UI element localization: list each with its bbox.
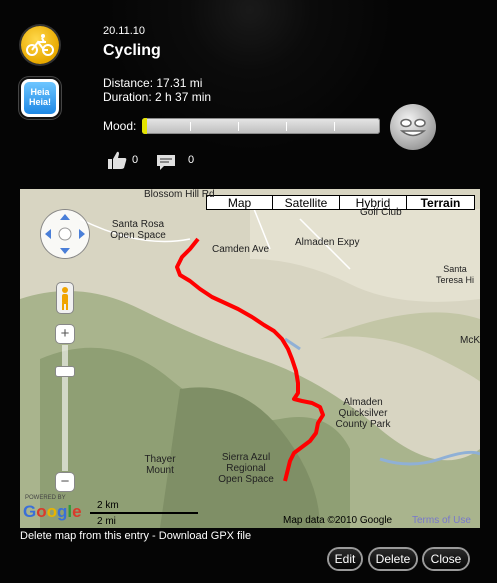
mood-tick — [238, 122, 239, 131]
download-gpx-link[interactable]: Download GPX file — [159, 530, 251, 542]
mood-fill — [142, 118, 147, 134]
comment-icon[interactable] — [156, 154, 176, 177]
edit-button[interactable]: Edit — [329, 549, 361, 569]
entry-title: Cycling — [103, 42, 161, 59]
place-label: Santa Rosa Open Space — [110, 219, 166, 241]
google-logo[interactable]: Google — [23, 502, 82, 522]
delete-map-link[interactable]: Delete map from this entry — [20, 530, 149, 542]
delete-button[interactable]: Delete — [370, 549, 416, 569]
mood-tick — [334, 122, 335, 131]
close-button[interactable]: Close — [424, 549, 468, 569]
entry-date: 20.11.10 — [103, 25, 146, 37]
mood-tick — [190, 122, 191, 131]
zoom-out-button[interactable]: − — [56, 473, 74, 491]
map-credit: Map data ©2010 Google — [283, 515, 393, 526]
duration-text: Duration: 2 h 37 min — [103, 90, 212, 104]
map-type-terrain[interactable]: Terrain — [406, 195, 475, 210]
place-label: Camden Ave — [212, 244, 270, 255]
place-label: Almaden Quicksilver County Park — [335, 397, 391, 430]
place-label: Sierra Azul Regional Open Space — [218, 452, 274, 485]
zoom-slider-track[interactable] — [62, 345, 68, 471]
mood-slider[interactable] — [142, 118, 380, 134]
place-label: Almaden Expy — [295, 237, 360, 248]
app-icon-label: Heia Heia! — [24, 82, 56, 114]
comment-count: 0 — [188, 154, 195, 166]
mood-tick — [286, 122, 287, 131]
map-links: Delete map from this entry - Download GP… — [20, 530, 251, 542]
thumbs-up-icon[interactable] — [106, 150, 128, 175]
zoom-in-button[interactable]: + — [56, 325, 74, 343]
terms-link[interactable]: Terms of Use — [412, 515, 471, 526]
zoom-slider-knob[interactable] — [56, 367, 74, 376]
map-type-satellite[interactable]: Satellite — [272, 195, 340, 210]
place-label: Golf Club — [360, 207, 402, 218]
heia-app-icon[interactable]: Heia Heia! — [21, 79, 59, 117]
place-label: Santa Teresa Hi — [435, 264, 474, 285]
mood-label: Mood: — [103, 119, 137, 133]
place-label: Thayer Mount — [144, 454, 176, 476]
like-count: 0 — [132, 154, 139, 166]
powered-by-label: POWERED BY — [25, 495, 66, 501]
scale-mi: 2 mi — [97, 516, 116, 527]
scale-km: 2 km — [97, 500, 119, 511]
route-map[interactable]: Map Satellite Hybrid Terrain + − Blossom… — [20, 189, 480, 528]
place-label: McK — [460, 335, 480, 346]
place-label: Blossom Hill Rd — [144, 189, 215, 200]
cycling-icon — [21, 26, 59, 64]
scale-bar — [90, 512, 198, 514]
pan-control-icon[interactable] — [41, 210, 89, 258]
map-type-map[interactable]: Map — [206, 195, 273, 210]
link-separator: - — [149, 530, 159, 542]
smiley-icon — [390, 104, 436, 150]
distance-text: Distance: 17.31 mi — [103, 76, 203, 90]
pegman-icon[interactable] — [57, 283, 73, 313]
